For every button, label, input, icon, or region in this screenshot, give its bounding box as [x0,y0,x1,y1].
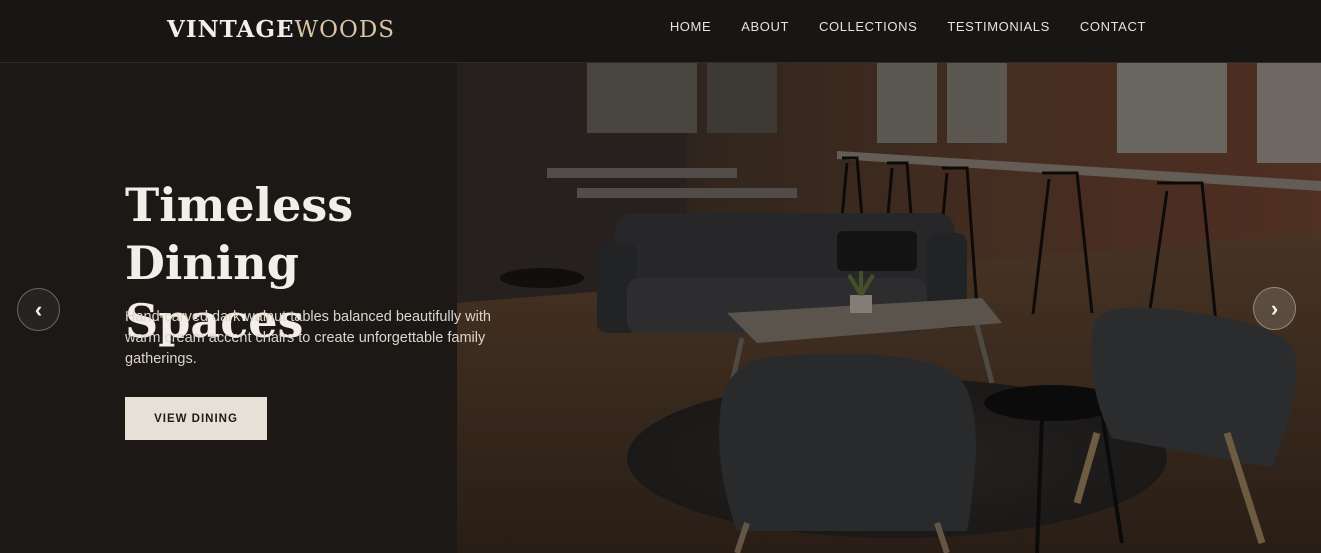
nav-collections-link[interactable]: COLLECTIONS [819,19,917,34]
main-nav: HOME ABOUT COLLECTIONS TESTIMONIALS CONT… [670,19,1146,34]
hero-title-line1: Timeless Dining [125,178,354,290]
hero-description: Hand-carved dark walnut tables balanced … [125,309,491,367]
brand-logo-part2: WOODS [294,17,396,43]
hero-slider: Timeless Dining Spaces Hand-carved dark … [0,63,1321,553]
chevron-right-icon: › [1270,295,1279,321]
nav-testimonials-link[interactable]: TESTIMONIALS [947,19,1050,34]
brand-logo-part1: VINTAGE [167,16,295,43]
chevron-left-icon: ‹ [34,296,43,322]
prev-slide-button[interactable]: ‹ [17,288,60,331]
nav-about-link[interactable]: ABOUT [741,19,789,34]
nav-home-link[interactable]: HOME [670,19,711,34]
next-slide-button[interactable]: › [1253,287,1296,330]
view-dining-button[interactable]: VIEW DINING [125,397,267,440]
nav-contact-link[interactable]: CONTACT [1080,19,1146,34]
top-navbar: VINTAGEWOODS HOME ABOUT COLLECTIONS TEST… [0,0,1321,63]
hero-image-lounge [457,63,1321,553]
brand-logo[interactable]: VINTAGEWOODS [167,16,395,43]
